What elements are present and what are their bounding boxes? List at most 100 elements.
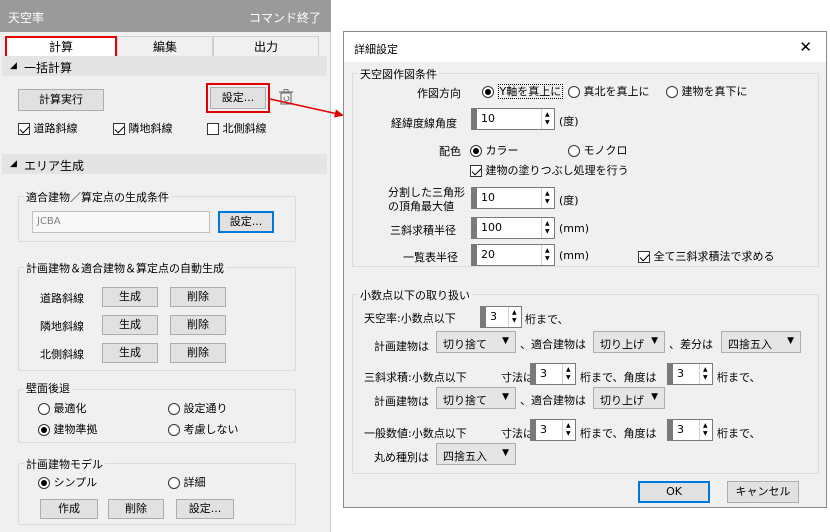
color-option-mono[interactable]: モノクロ xyxy=(568,142,628,158)
model-delete-button[interactable]: 削除 xyxy=(108,499,164,519)
spinner-arrows[interactable]: ▲ ▼ xyxy=(562,364,575,384)
wall-option-ignore[interactable]: 考慮しない xyxy=(168,421,239,437)
calc-run-button[interactable]: 計算実行 xyxy=(18,89,104,111)
building-radio[interactable] xyxy=(38,424,50,436)
spinner-arrows[interactable]: ▲ ▼ xyxy=(541,109,554,129)
spin-up-icon[interactable]: ▲ xyxy=(545,221,550,227)
round-type-select[interactable]: 四捨五入 ▼ xyxy=(436,443,516,465)
tab-output[interactable]: 出力 xyxy=(213,36,319,58)
area-section-header[interactable]: ◢ エリア生成 xyxy=(2,154,327,174)
spin-down-icon[interactable]: ▼ xyxy=(703,375,708,381)
spin-up-icon[interactable]: ▲ xyxy=(566,423,571,429)
road-delete-button[interactable]: 削除 xyxy=(170,287,226,307)
spinner-arrows[interactable]: ▲ ▼ xyxy=(508,307,521,327)
gen-dims-spinner[interactable]: 3 ▲ ▼ xyxy=(530,419,576,441)
plan-round-select[interactable]: 切り捨て ▼ xyxy=(436,331,516,353)
diff-round-select[interactable]: 四捨五入 ▼ xyxy=(721,331,801,353)
end-command-link[interactable]: コマンド終了 xyxy=(249,9,321,26)
spin-down-icon[interactable]: ▼ xyxy=(545,120,550,126)
model-option-simple[interactable]: シンプル xyxy=(38,474,97,490)
wall-option-building[interactable]: 建物準拠 xyxy=(38,421,98,437)
ok-button[interactable]: OK xyxy=(638,481,710,503)
building-down-radio[interactable] xyxy=(666,86,678,98)
cancel-button[interactable]: キャンセル xyxy=(727,481,799,503)
check-north[interactable]: 北側斜線 xyxy=(207,120,267,136)
spinner-arrows[interactable]: ▲ ▼ xyxy=(541,245,554,265)
tab-edit[interactable]: 編集 xyxy=(117,36,213,58)
model-create-button[interactable]: 作成 xyxy=(40,499,98,519)
close-icon[interactable]: ✕ xyxy=(799,38,812,56)
spin-down-icon[interactable]: ▼ xyxy=(703,431,708,437)
spin-down-icon[interactable]: ▼ xyxy=(512,318,517,324)
fit-round-select[interactable]: 切り上げ ▼ xyxy=(593,331,665,353)
road-checkbox[interactable] xyxy=(18,123,30,135)
simple-radio[interactable] xyxy=(38,477,50,489)
north-delete-button[interactable]: 削除 xyxy=(170,343,226,363)
adjacent-generate-button[interactable]: 生成 xyxy=(102,315,158,335)
spin-up-icon[interactable]: ▲ xyxy=(703,367,708,373)
all-triangle-checkbox[interactable] xyxy=(638,251,650,263)
r3-spinner[interactable]: 100 ▲ ▼ xyxy=(471,217,555,239)
direction-building[interactable]: 建物を真下に xyxy=(666,83,748,99)
mono-radio[interactable] xyxy=(568,145,580,157)
spinner-arrows[interactable]: ▲ ▼ xyxy=(699,364,712,384)
spinner-arrows[interactable]: ▲ ▼ xyxy=(541,218,554,238)
latlong-spinner[interactable]: 10 ▲ ▼ xyxy=(471,108,555,130)
direction-true-north[interactable]: 真北を真上に xyxy=(568,83,650,99)
spin-up-icon[interactable]: ▲ xyxy=(703,423,708,429)
spin-up-icon[interactable]: ▲ xyxy=(545,112,550,118)
north-checkbox[interactable] xyxy=(207,123,219,135)
spin-up-icon[interactable]: ▲ xyxy=(545,191,550,197)
check-road[interactable]: 道路斜線 xyxy=(18,120,78,136)
spinner-arrows[interactable]: ▲ ▼ xyxy=(562,420,575,440)
spinner-arrows[interactable]: ▲ ▼ xyxy=(699,420,712,440)
adjacent-checkbox[interactable] xyxy=(113,123,125,135)
spin-down-icon[interactable]: ▼ xyxy=(545,199,550,205)
sky-decimal-spinner[interactable]: 3 ▲ ▼ xyxy=(480,306,522,328)
y-axis-radio[interactable] xyxy=(482,86,494,98)
batch-settings-button[interactable]: 設定... xyxy=(210,87,266,109)
north-generate-button[interactable]: 生成 xyxy=(102,343,158,363)
conditions-field[interactable]: JCBA xyxy=(32,211,210,233)
model-option-detail[interactable]: 詳細 xyxy=(168,474,206,490)
fit2-round-select[interactable]: 切り上げ ▼ xyxy=(593,387,665,409)
gen-angle-spinner[interactable]: 3 ▲ ▼ xyxy=(667,419,713,441)
spin-down-icon[interactable]: ▼ xyxy=(566,431,571,437)
wall-option-as-set[interactable]: 設定通り xyxy=(168,400,228,416)
round-type-label: 丸め種別は xyxy=(374,451,429,464)
spin-down-icon[interactable]: ▼ xyxy=(566,375,571,381)
color-option-color[interactable]: カラー xyxy=(470,142,519,158)
spin-up-icon[interactable]: ▲ xyxy=(512,310,517,316)
direction-y-axis[interactable]: Y軸を真上に xyxy=(482,83,564,99)
spin-up-icon[interactable]: ▲ xyxy=(545,248,550,254)
model-settings-button[interactable]: 設定... xyxy=(176,499,234,519)
fill-checkbox[interactable] xyxy=(470,165,482,177)
adjacent-delete-button[interactable]: 削除 xyxy=(170,315,226,335)
true-north-radio[interactable] xyxy=(568,86,580,98)
road-row-label: 道路斜線 xyxy=(40,292,84,305)
batch-section-header[interactable]: ◢ 一括計算 xyxy=(2,56,327,76)
list-radius-spinner[interactable]: 20 ▲ ▼ xyxy=(471,244,555,266)
wall-option-optimize[interactable]: 最適化 xyxy=(38,400,87,416)
plan2-round-label: 計画建物は xyxy=(374,395,429,408)
spin-down-icon[interactable]: ▼ xyxy=(545,256,550,262)
spinner-grip xyxy=(472,188,477,208)
color-radio[interactable] xyxy=(470,145,482,157)
spin-down-icon[interactable]: ▼ xyxy=(545,229,550,235)
detail-radio[interactable] xyxy=(168,477,180,489)
tri-dims-spinner[interactable]: 3 ▲ ▼ xyxy=(530,363,576,385)
spinner-arrows[interactable]: ▲ ▼ xyxy=(541,188,554,208)
ignore-radio[interactable] xyxy=(168,424,180,436)
tri-angle-spinner[interactable]: 3 ▲ ▼ xyxy=(667,363,713,385)
as-set-radio[interactable] xyxy=(168,403,180,415)
tab-calculate[interactable]: 計算 xyxy=(5,36,117,58)
check-adjacent[interactable]: 隣地斜線 xyxy=(113,120,173,136)
plan2-round-select[interactable]: 切り捨て ▼ xyxy=(436,387,516,409)
fill-check[interactable]: 建物の塗りつぶし処理を行う xyxy=(470,162,629,178)
road-generate-button[interactable]: 生成 xyxy=(102,287,158,307)
optimize-radio[interactable] xyxy=(38,403,50,415)
conditions-settings-button[interactable]: 設定... xyxy=(218,211,274,233)
triangle-spinner[interactable]: 10 ▲ ▼ xyxy=(471,187,555,209)
spin-up-icon[interactable]: ▲ xyxy=(566,367,571,373)
all-triangle-check[interactable]: 全て三斜求積法で求める xyxy=(638,248,775,264)
